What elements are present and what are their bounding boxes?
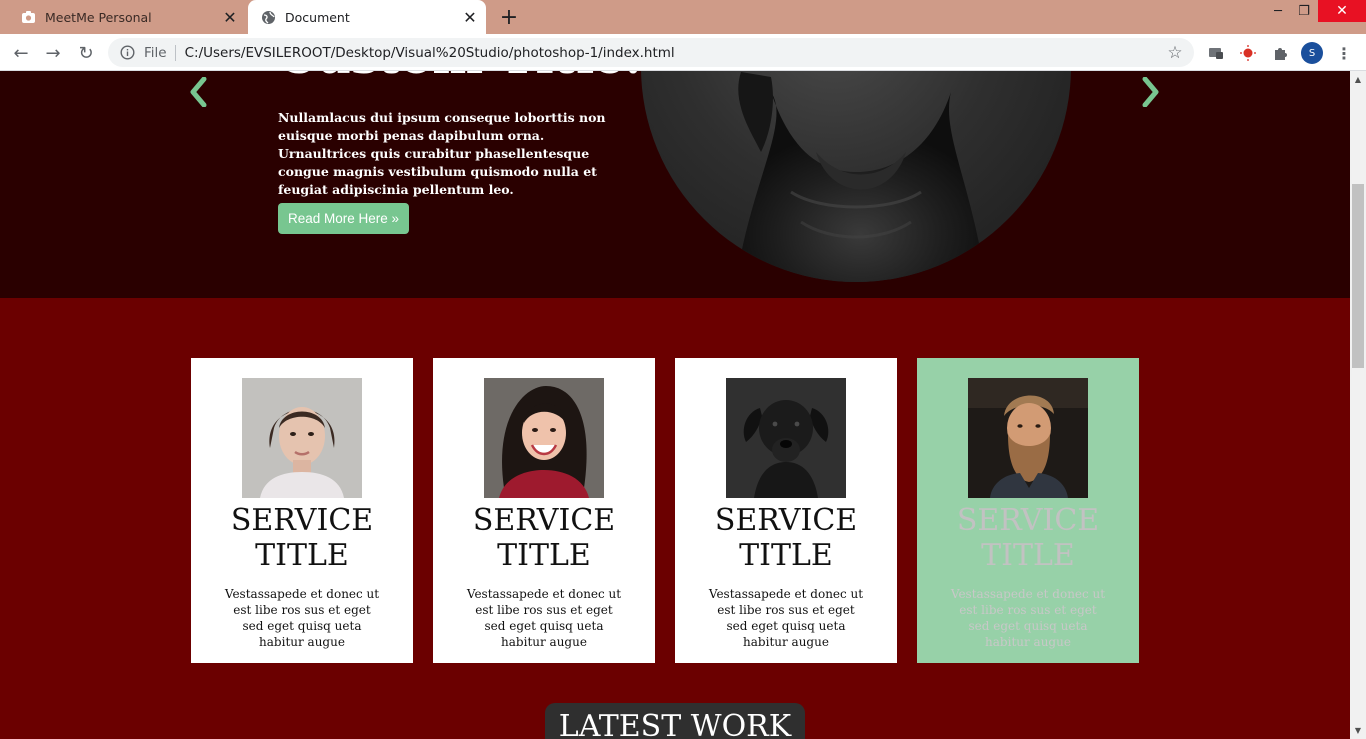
hero-dog-image: [641, 71, 1071, 282]
info-icon[interactable]: [118, 44, 136, 62]
browser-menu-icon[interactable]: ⋮: [1333, 42, 1355, 64]
divider: [174, 44, 176, 61]
hero-text: Nullamlacus dui ipsum conseque loborttis…: [278, 110, 606, 197]
slider-next-arrow-icon[interactable]: [1139, 76, 1161, 108]
latest-work-heading: LATEST WORK: [545, 703, 805, 739]
service-title: SERVICE TITLE: [956, 503, 1100, 573]
service-description: Vestassapede et donec ut est libe ros su…: [708, 587, 864, 649]
hero-slider: Custom Title. Nullamlacus dui ipsum cons…: [0, 71, 1350, 298]
slider-prev-arrow-icon[interactable]: [188, 76, 210, 108]
back-button[interactable]: ←: [8, 40, 34, 66]
service-title: SERVICE TITLE: [714, 503, 858, 573]
globe-icon: [260, 9, 276, 25]
read-more-button[interactable]: Read More Here »: [278, 203, 410, 234]
url-text[interactable]: C:/Users/EVSILEROOT/Desktop/Visual%20Stu…: [185, 45, 1164, 61]
close-tab-icon[interactable]: ✕: [460, 7, 480, 27]
scroll-down-arrow-icon[interactable]: ▼: [1350, 722, 1366, 739]
close-tab-icon[interactable]: ✕: [220, 7, 240, 27]
scroll-up-arrow-icon[interactable]: ▲: [1350, 71, 1366, 88]
service-title: SERVICE TITLE: [472, 503, 616, 573]
scrollbar-thumb[interactable]: [1352, 184, 1364, 368]
smiling-woman-portrait-image: [484, 378, 604, 498]
cast-extension-icon[interactable]: [1205, 42, 1227, 64]
service-card[interactable]: SERVICE TITLE Vestassapede et donec ut e…: [191, 358, 413, 663]
extensions-puzzle-icon[interactable]: [1269, 42, 1291, 64]
tab-meetme-personal[interactable]: MeetMe Personal ✕: [8, 0, 246, 34]
new-tab-button[interactable]: +: [496, 5, 522, 30]
bearded-man-portrait-image: [968, 378, 1088, 498]
tab-document[interactable]: Document ✕: [248, 0, 486, 34]
service-description: Vestassapede et donec ut est libe ros su…: [224, 587, 380, 649]
record-extension-icon[interactable]: [1237, 42, 1259, 64]
hero-title: Custom Title.: [278, 71, 641, 85]
address-bar[interactable]: File C:/Users/EVSILEROOT/Desktop/Visual%…: [108, 38, 1194, 67]
profile-avatar[interactable]: S: [1301, 42, 1323, 64]
maximize-button[interactable]: ❐: [1288, 0, 1320, 22]
browser-tab-bar: MeetMe Personal ✕ Document ✕ + ─ ❐ ✕: [0, 0, 1366, 34]
service-card-highlighted[interactable]: SERVICE TITLE Vestassapede et donec ut e…: [917, 358, 1139, 663]
bookmark-star-icon[interactable]: ☆: [1164, 43, 1186, 63]
page-scrollbar[interactable]: ▲ ▼: [1350, 71, 1366, 739]
service-description: Vestassapede et donec ut est libe ros su…: [950, 587, 1106, 649]
close-window-button[interactable]: ✕: [1318, 0, 1366, 22]
tab-title: Document: [285, 9, 350, 25]
camera-icon: [20, 9, 36, 25]
reload-button[interactable]: ↻: [73, 40, 99, 66]
service-card[interactable]: SERVICE TITLE Vestassapede et donec ut e…: [433, 358, 655, 663]
black-dog-portrait-image: [726, 378, 846, 498]
service-card[interactable]: SERVICE TITLE Vestassapede et donec ut e…: [675, 358, 897, 663]
scheme-label: File: [144, 44, 167, 61]
service-description: Vestassapede et donec ut est libe ros su…: [466, 587, 622, 649]
service-title: SERVICE TITLE: [230, 503, 374, 573]
forward-button[interactable]: →: [40, 40, 66, 66]
page-viewport: Custom Title. Nullamlacus dui ipsum cons…: [0, 71, 1350, 739]
tab-title: MeetMe Personal: [45, 9, 152, 25]
services-section: SERVICE TITLE Vestassapede et donec ut e…: [0, 358, 1350, 663]
woman-portrait-image: [242, 378, 362, 498]
browser-toolbar: ← → ↻ File C:/Users/EVSILEROOT/Desktop/V…: [0, 34, 1366, 71]
